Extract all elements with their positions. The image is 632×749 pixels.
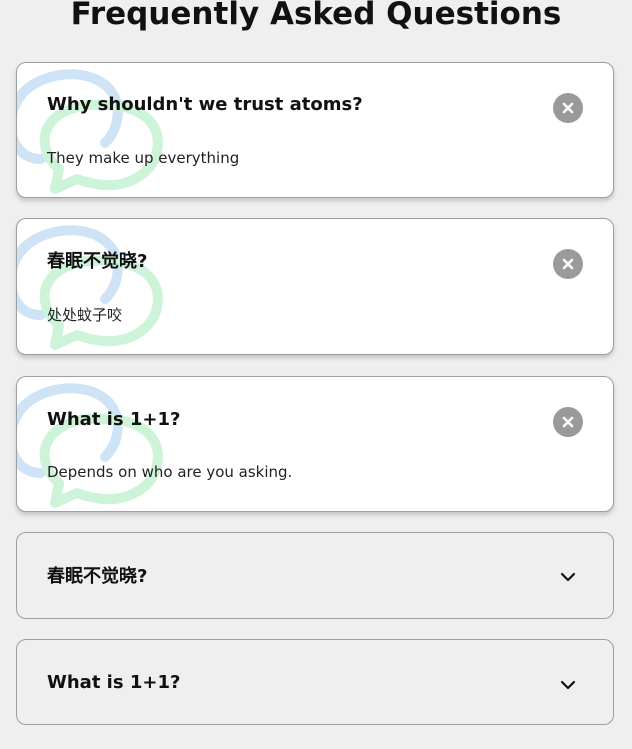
faq-item: Why shouldn't we trust atoms? They make … — [16, 62, 614, 198]
faq-item[interactable]: 春眠不觉晓? — [16, 532, 614, 619]
faq-item: What is 1+1? Depends on who are you aski… — [16, 376, 614, 512]
page-title: Frequently Asked Questions — [70, 0, 562, 32]
faq-item: 春眠不觉晓? 处处蚊子咬 — [16, 218, 614, 355]
faq-question: 春眠不觉晓? — [47, 251, 148, 272]
close-icon — [562, 102, 574, 114]
faq-item[interactable]: What is 1+1? — [16, 639, 614, 725]
speech-bubbles-icon — [17, 383, 163, 508]
faq-answer: They make up everything — [47, 149, 240, 167]
faq-page: Frequently Asked Questions Why shouldn't… — [0, 0, 632, 749]
faq-question: What is 1+1? — [47, 409, 181, 430]
speech-bubbles-icon — [17, 69, 163, 194]
faq-close-button[interactable] — [553, 407, 583, 437]
close-icon — [562, 416, 574, 428]
speech-bubbles-icon — [17, 225, 163, 350]
faq-answer: Depends on who are you asking. — [47, 463, 293, 481]
faq-question: What is 1+1? — [47, 672, 181, 693]
close-icon — [562, 258, 574, 270]
faq-expand-button[interactable] — [553, 562, 583, 592]
faq-answer: 处处蚊子咬 — [47, 306, 123, 324]
faq-close-button[interactable] — [553, 249, 583, 279]
chevron-down-icon — [560, 572, 576, 582]
faq-expand-button[interactable] — [553, 670, 583, 700]
chevron-down-icon — [560, 680, 576, 690]
faq-question: Why shouldn't we trust atoms? — [47, 94, 363, 115]
faq-close-button[interactable] — [553, 93, 583, 123]
faq-question: 春眠不觉晓? — [47, 566, 148, 587]
